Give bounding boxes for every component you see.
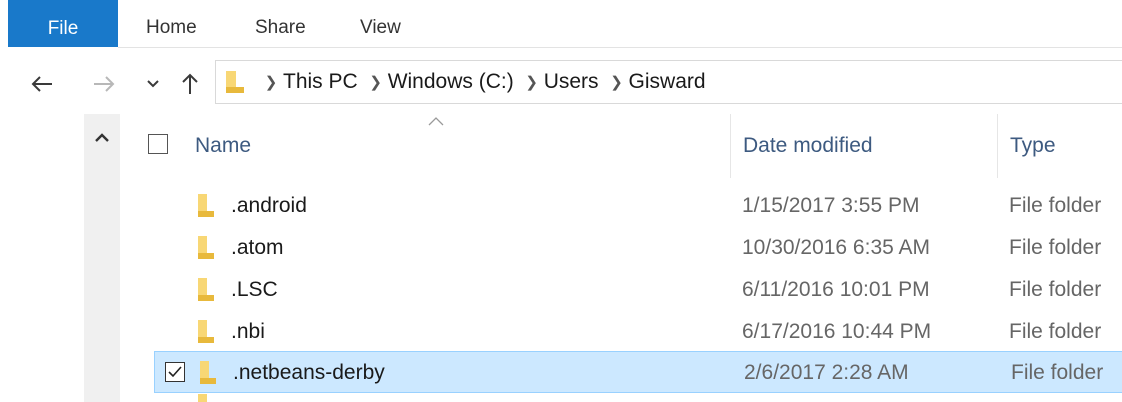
navigation-bar: ❯ This PC ❯ Windows (C:) ❯ Users ❯ Giswa…: [0, 50, 1122, 114]
ribbon-divider: [118, 47, 1122, 48]
column-divider[interactable]: [997, 114, 998, 178]
breadcrumb-separator-icon[interactable]: ❯: [364, 73, 388, 91]
column-date-modified[interactable]: Date modified: [743, 114, 993, 178]
column-name[interactable]: Name: [195, 114, 730, 178]
arrow-right-icon: [94, 76, 115, 92]
breadcrumb-users[interactable]: Users: [544, 70, 599, 94]
breadcrumb-this-pc[interactable]: This PC: [283, 70, 358, 94]
folder-icon: [197, 319, 215, 345]
column-type[interactable]: Type: [1010, 114, 1122, 178]
tab-home[interactable]: Home: [146, 0, 197, 50]
scroll-up-button[interactable]: [84, 122, 120, 152]
breadcrumb-windows-c[interactable]: Windows (C:): [388, 70, 514, 94]
file-type: File folder: [1011, 361, 1104, 384]
file-name: .nbi: [231, 320, 265, 343]
file-date: 2/6/2017 2:28 AM: [744, 361, 909, 384]
folder-icon: [199, 360, 217, 386]
file-row[interactable]: .atom 10/30/2016 6:35 AM File folder: [153, 227, 1122, 269]
up-button[interactable]: [174, 68, 206, 100]
arrow-up-icon: [182, 73, 198, 94]
file-date: 6/17/2016 10:44 PM: [742, 320, 932, 343]
ribbon: File Home Share View: [0, 0, 1122, 50]
breadcrumb-separator-icon: ❯: [264, 74, 278, 91]
chevron-down-icon: [147, 80, 159, 88]
file-row[interactable]: .nbi 6/17/2016 10:44 PM File folder: [153, 311, 1122, 353]
navigation-pane-scrollbar[interactable]: [84, 114, 120, 402]
file-date: 6/11/2016 10:01 PM: [742, 278, 930, 301]
folder-icon: [197, 193, 215, 219]
breadcrumb-separator-icon[interactable]: ❯: [605, 73, 629, 91]
forward-button[interactable]: [88, 68, 120, 100]
address-bar[interactable]: ❯ This PC ❯ Windows (C:) ❯ Users ❯ Giswa…: [215, 60, 1122, 104]
file-date: 10/30/2016 6:35 AM: [742, 236, 930, 259]
back-button[interactable]: [26, 68, 58, 100]
file-name: .atom: [231, 236, 284, 259]
tab-file[interactable]: File: [8, 0, 118, 47]
file-type: File folder: [1009, 320, 1102, 343]
chevron-up-icon: [95, 132, 109, 142]
file-name: .LSC: [231, 278, 278, 301]
file-type: File folder: [1009, 194, 1102, 217]
file-row-selected[interactable]: .netbeans-derby 2/6/2017 2:28 AM File fo…: [154, 351, 1122, 393]
folder-icon: [197, 235, 215, 261]
tab-view[interactable]: View: [360, 0, 401, 50]
file-row[interactable]: .LSC 6/11/2016 10:01 PM File folder: [153, 269, 1122, 311]
breadcrumb-separator-icon[interactable]: ❯: [520, 73, 544, 91]
file-type: File folder: [1009, 278, 1102, 301]
file-name: .android: [231, 194, 307, 217]
folder-icon: [197, 277, 215, 303]
select-all-checkbox[interactable]: [148, 134, 168, 154]
tab-share[interactable]: Share: [255, 0, 306, 50]
folder-icon: [225, 69, 245, 95]
file-row[interactable]: .android 1/15/2017 3:55 PM File folder: [153, 185, 1122, 227]
column-header: Name Date modified Type: [135, 114, 1122, 178]
column-divider[interactable]: [730, 114, 731, 178]
file-name: .netbeans-derby: [233, 361, 385, 384]
arrow-left-icon: [31, 76, 52, 92]
recent-locations-button[interactable]: [137, 68, 169, 100]
file-date: 1/15/2017 3:55 PM: [742, 194, 920, 217]
row-checkbox[interactable]: [165, 362, 185, 382]
file-type: File folder: [1009, 236, 1102, 259]
checkmark-icon: [168, 366, 182, 378]
breadcrumb-gisward[interactable]: Gisward: [629, 70, 706, 94]
folder-icon: [198, 394, 207, 402]
